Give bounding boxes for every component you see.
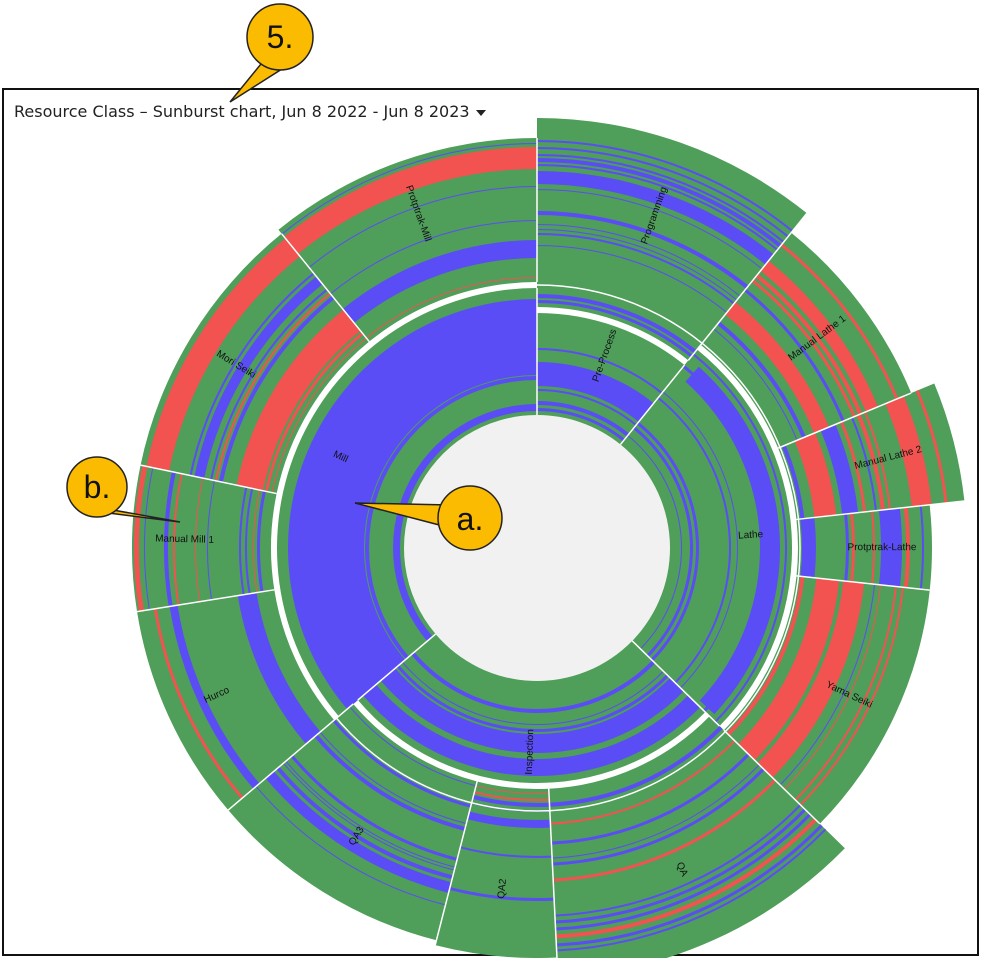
resource-label-protptrak-lathe: Protptrak-Lathe xyxy=(848,542,917,553)
resource-label-manual-mill-1: Manual Mill 1 xyxy=(155,533,215,545)
sunburst-chart: Pre-ProcessProgrammingLatheManual Lathe … xyxy=(66,3,965,958)
callout-label: b. xyxy=(84,469,111,505)
resource-protptrak-lathe-band xyxy=(800,517,816,578)
callout-label: a. xyxy=(457,501,484,537)
category-label-lathe: Lathe xyxy=(738,529,764,541)
callout-label: 5. xyxy=(267,19,294,55)
resource-label-qa2: QA2 xyxy=(496,878,509,899)
category-label-inspection: Inspection xyxy=(524,729,537,775)
callout-5: 5. xyxy=(229,3,314,103)
sunburst-center xyxy=(404,415,670,681)
